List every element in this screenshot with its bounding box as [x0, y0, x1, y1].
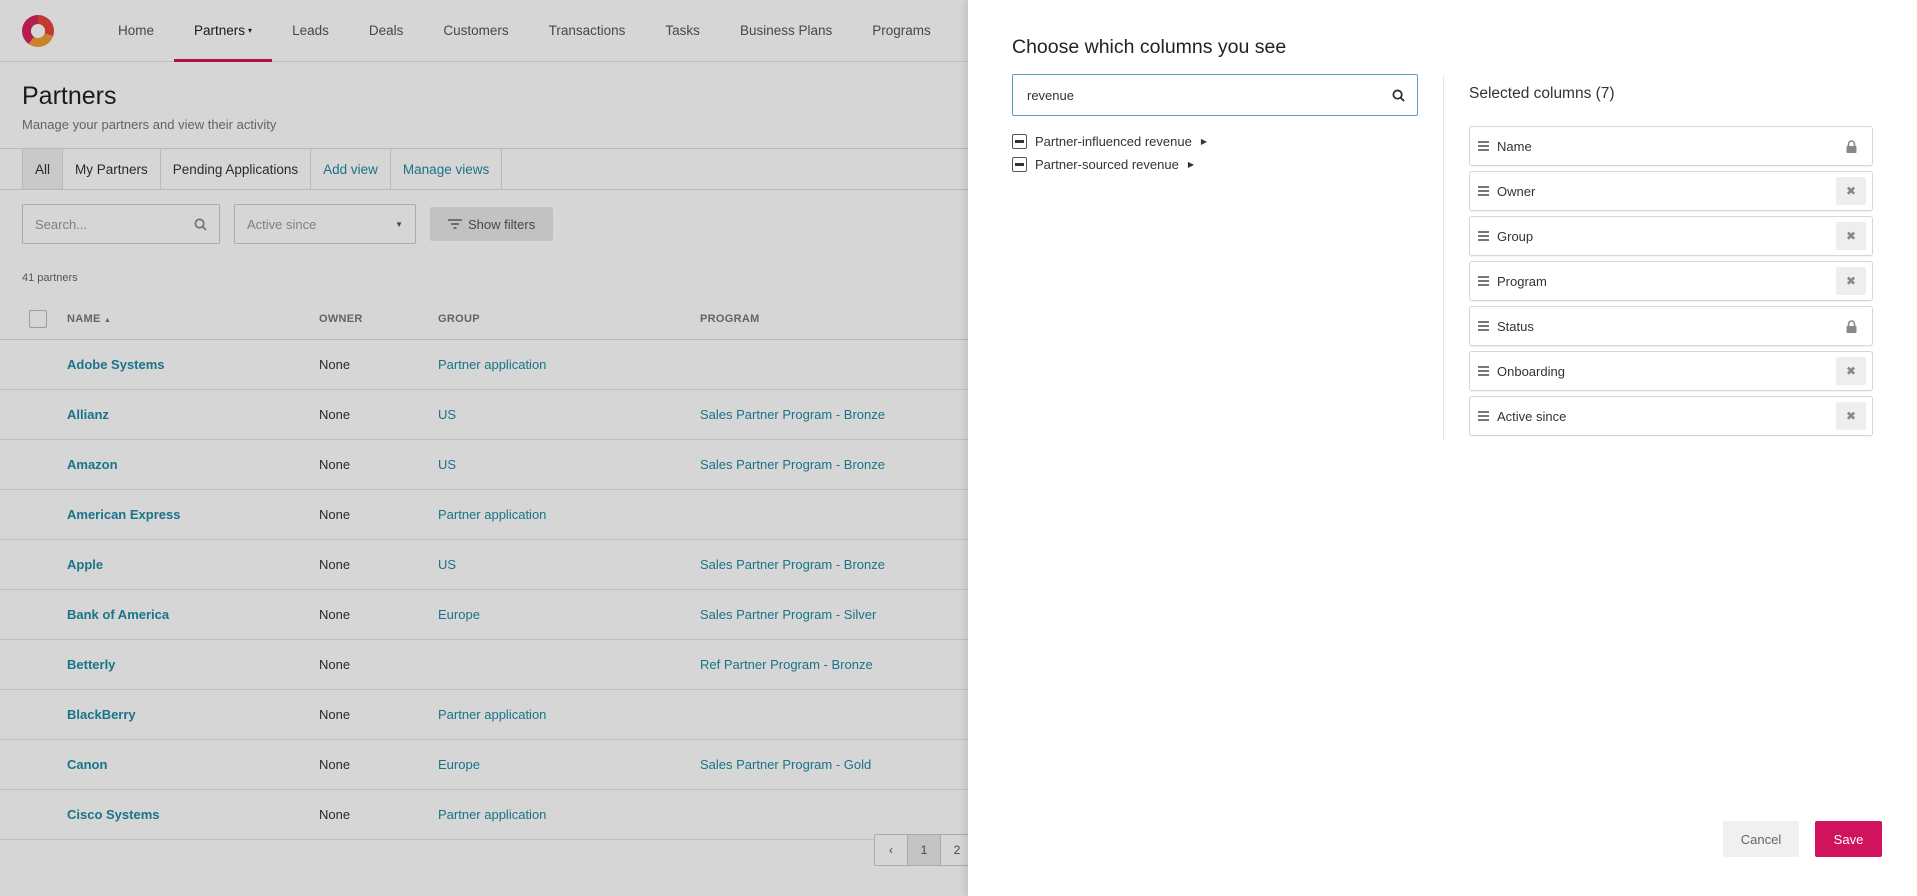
panel-divider	[1443, 76, 1444, 440]
selected-column-label: Program	[1497, 273, 1547, 289]
drag-handle-icon[interactable]	[1478, 231, 1489, 241]
indeterminate-checkbox[interactable]	[1012, 157, 1027, 172]
expand-arrow-icon[interactable]: ▶	[1188, 160, 1194, 169]
save-button[interactable]: Save	[1815, 821, 1882, 857]
drag-handle-icon[interactable]	[1478, 141, 1489, 151]
selected-column-status[interactable]: Status	[1469, 306, 1873, 346]
selected-columns-title: Selected columns (7)	[1469, 85, 1615, 102]
selected-column-group[interactable]: Group ✖	[1469, 216, 1873, 256]
drag-handle-icon[interactable]	[1478, 366, 1489, 376]
search-result-item[interactable]: Partner-influenced revenue ▶	[1012, 130, 1207, 153]
column-chooser-panel: Choose which columns you see revenue Par…	[968, 0, 1917, 896]
search-results: Partner-influenced revenue ▶ Partner-sourc…	[1012, 130, 1207, 176]
remove-column-button[interactable]: ✖	[1836, 357, 1866, 385]
selected-column-name[interactable]: Name	[1469, 126, 1873, 166]
selected-column-label: Status	[1497, 318, 1534, 334]
selected-column-left: Active since	[1478, 409, 1566, 424]
drag-handle-icon[interactable]	[1478, 411, 1489, 421]
selected-column-active-since[interactable]: Active since ✖	[1469, 396, 1873, 436]
selected-column-left: Owner	[1478, 184, 1535, 199]
selected-column-label: Owner	[1497, 183, 1536, 199]
expand-arrow-icon[interactable]: ▶	[1201, 137, 1207, 146]
drag-handle-icon[interactable]	[1478, 321, 1489, 331]
search-result-item[interactable]: Partner-sourced revenue ▶	[1012, 153, 1207, 176]
selected-column-onboarding[interactable]: Onboarding ✖	[1469, 351, 1873, 391]
search-icon	[1392, 88, 1405, 102]
selected-column-label: Name	[1497, 138, 1532, 154]
search-result-label: Partner-influenced revenue	[1035, 134, 1192, 149]
remove-column-button[interactable]: ✖	[1836, 177, 1866, 205]
modal-backdrop[interactable]	[0, 0, 968, 896]
selected-column-left: Onboarding	[1478, 364, 1565, 379]
selected-column-left: Program	[1478, 274, 1547, 289]
selected-columns-list: Name Owner ✖ Group ✖ Program ✖ Status Onboarding…	[1469, 126, 1873, 441]
selected-column-left: Status	[1478, 319, 1534, 334]
drag-handle-icon[interactable]	[1478, 276, 1489, 286]
selected-column-label: Active since	[1497, 408, 1567, 424]
selected-column-owner[interactable]: Owner ✖	[1469, 171, 1873, 211]
remove-column-button[interactable]: ✖	[1836, 222, 1866, 250]
selected-column-label: Group	[1497, 228, 1534, 244]
selected-column-program[interactable]: Program ✖	[1469, 261, 1873, 301]
panel-title: Choose which columns you see	[1012, 36, 1287, 58]
search-result-label: Partner-sourced revenue	[1035, 157, 1179, 172]
selected-column-left: Name	[1478, 139, 1532, 154]
column-search-input[interactable]: revenue	[1012, 74, 1418, 116]
remove-column-button[interactable]: ✖	[1836, 267, 1866, 295]
selected-column-label: Onboarding	[1497, 363, 1565, 379]
lock-icon	[1836, 132, 1866, 160]
indeterminate-checkbox[interactable]	[1012, 134, 1027, 149]
column-search-value: revenue	[1027, 87, 1074, 103]
lock-icon	[1836, 312, 1866, 340]
drag-handle-icon[interactable]	[1478, 186, 1489, 196]
selected-column-left: Group	[1478, 229, 1533, 244]
cancel-button[interactable]: Cancel	[1723, 821, 1799, 857]
remove-column-button[interactable]: ✖	[1836, 402, 1866, 430]
